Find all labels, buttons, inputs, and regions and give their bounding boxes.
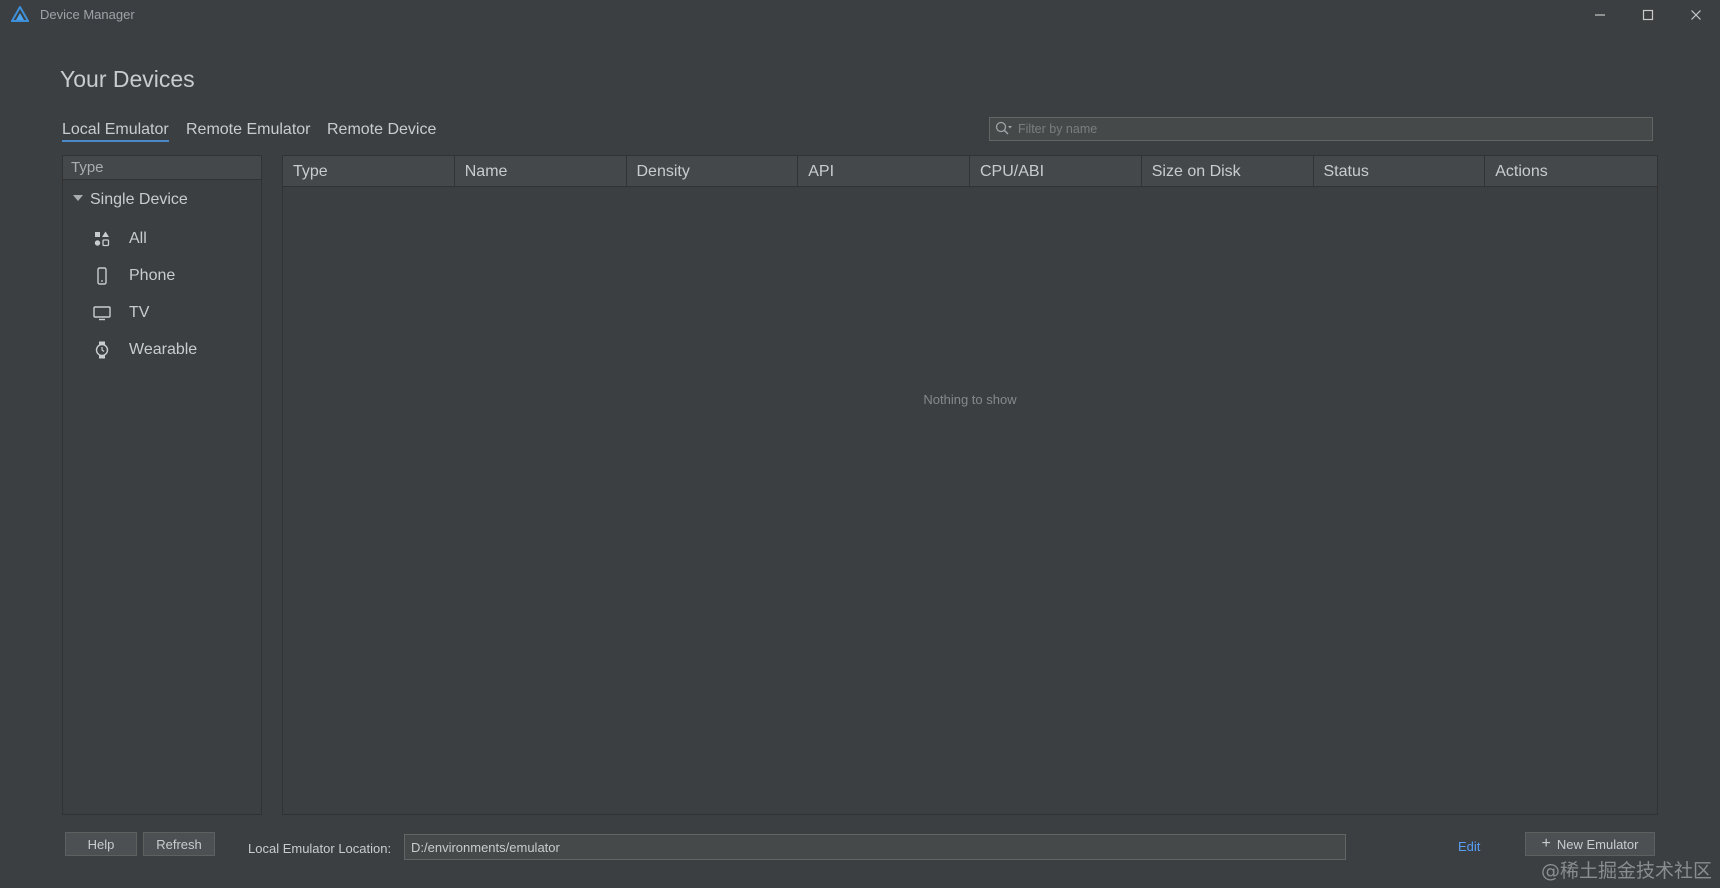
watch-icon — [93, 341, 111, 359]
location-field[interactable] — [404, 834, 1346, 860]
close-button[interactable] — [1676, 4, 1716, 26]
edit-location-link[interactable]: Edit — [1458, 839, 1480, 854]
page-title: Your Devices — [60, 66, 195, 92]
sidebar-item-wearable[interactable]: Wearable — [93, 336, 253, 364]
empty-state-text: Nothing to show — [923, 392, 1017, 407]
sidebar-item-label: TV — [129, 304, 150, 321]
title-bar: Device Manager — [0, 0, 1720, 30]
minimize-button[interactable] — [1580, 4, 1620, 26]
new-emulator-button[interactable]: + New Emulator — [1525, 832, 1655, 856]
search-input[interactable] — [1018, 120, 1638, 138]
app-logo-icon — [10, 4, 30, 24]
maximize-icon — [1642, 9, 1654, 21]
new-emulator-label: New Emulator — [1556, 836, 1639, 852]
column-header-status[interactable]: Status — [1314, 156, 1486, 186]
column-header-size-on-disk[interactable]: Size on Disk — [1142, 156, 1314, 186]
sidebar-item-phone[interactable]: Phone — [93, 262, 253, 290]
refresh-button[interactable]: Refresh — [143, 832, 215, 856]
minimize-icon — [1595, 14, 1605, 16]
column-header-actions[interactable]: Actions — [1485, 156, 1657, 186]
tab-local-emulator[interactable]: Local Emulator — [62, 121, 169, 142]
grid-shapes-icon — [93, 230, 111, 248]
device-type-panel: Type Single Device All Phone TV Wearable — [62, 155, 262, 815]
table-header: Type Name Density API CPU/ABI Size on Di… — [283, 156, 1657, 187]
close-icon — [1691, 10, 1701, 20]
column-header-type[interactable]: Type — [283, 156, 455, 186]
tab-remote-device[interactable]: Remote Device — [327, 121, 436, 139]
plus-icon: + — [1541, 835, 1551, 852]
tab-remote-emulator[interactable]: Remote Emulator — [186, 121, 311, 139]
column-header-api[interactable]: API — [798, 156, 970, 186]
watermark-text: @稀土掘金技术社区 — [1540, 860, 1712, 882]
single-device-group[interactable]: Single Device — [73, 191, 188, 209]
help-button[interactable]: Help — [65, 832, 137, 856]
phone-icon — [93, 267, 111, 285]
sidebar-item-label: Wearable — [129, 341, 198, 358]
search-box — [989, 117, 1653, 141]
devices-table: Type Name Density API CPU/ABI Size on Di… — [282, 155, 1658, 815]
maximize-button[interactable] — [1628, 4, 1668, 26]
sidebar-item-label: All — [129, 230, 147, 247]
window-title: Device Manager — [40, 7, 135, 22]
sidebar-item-all[interactable]: All — [93, 225, 253, 253]
column-header-density[interactable]: Density — [627, 156, 799, 186]
sidebar-item-tv[interactable]: TV — [93, 299, 253, 327]
column-header-cpu-abi[interactable]: CPU/ABI — [970, 156, 1142, 186]
location-label: Local Emulator Location: — [248, 841, 392, 856]
type-header: Type — [63, 156, 261, 180]
group-label: Single Device — [90, 191, 188, 208]
chevron-down-icon — [73, 195, 83, 201]
tv-icon — [93, 304, 111, 322]
search-icon — [995, 121, 1013, 142]
column-header-name[interactable]: Name — [455, 156, 627, 186]
sidebar-item-label: Phone — [129, 267, 176, 284]
